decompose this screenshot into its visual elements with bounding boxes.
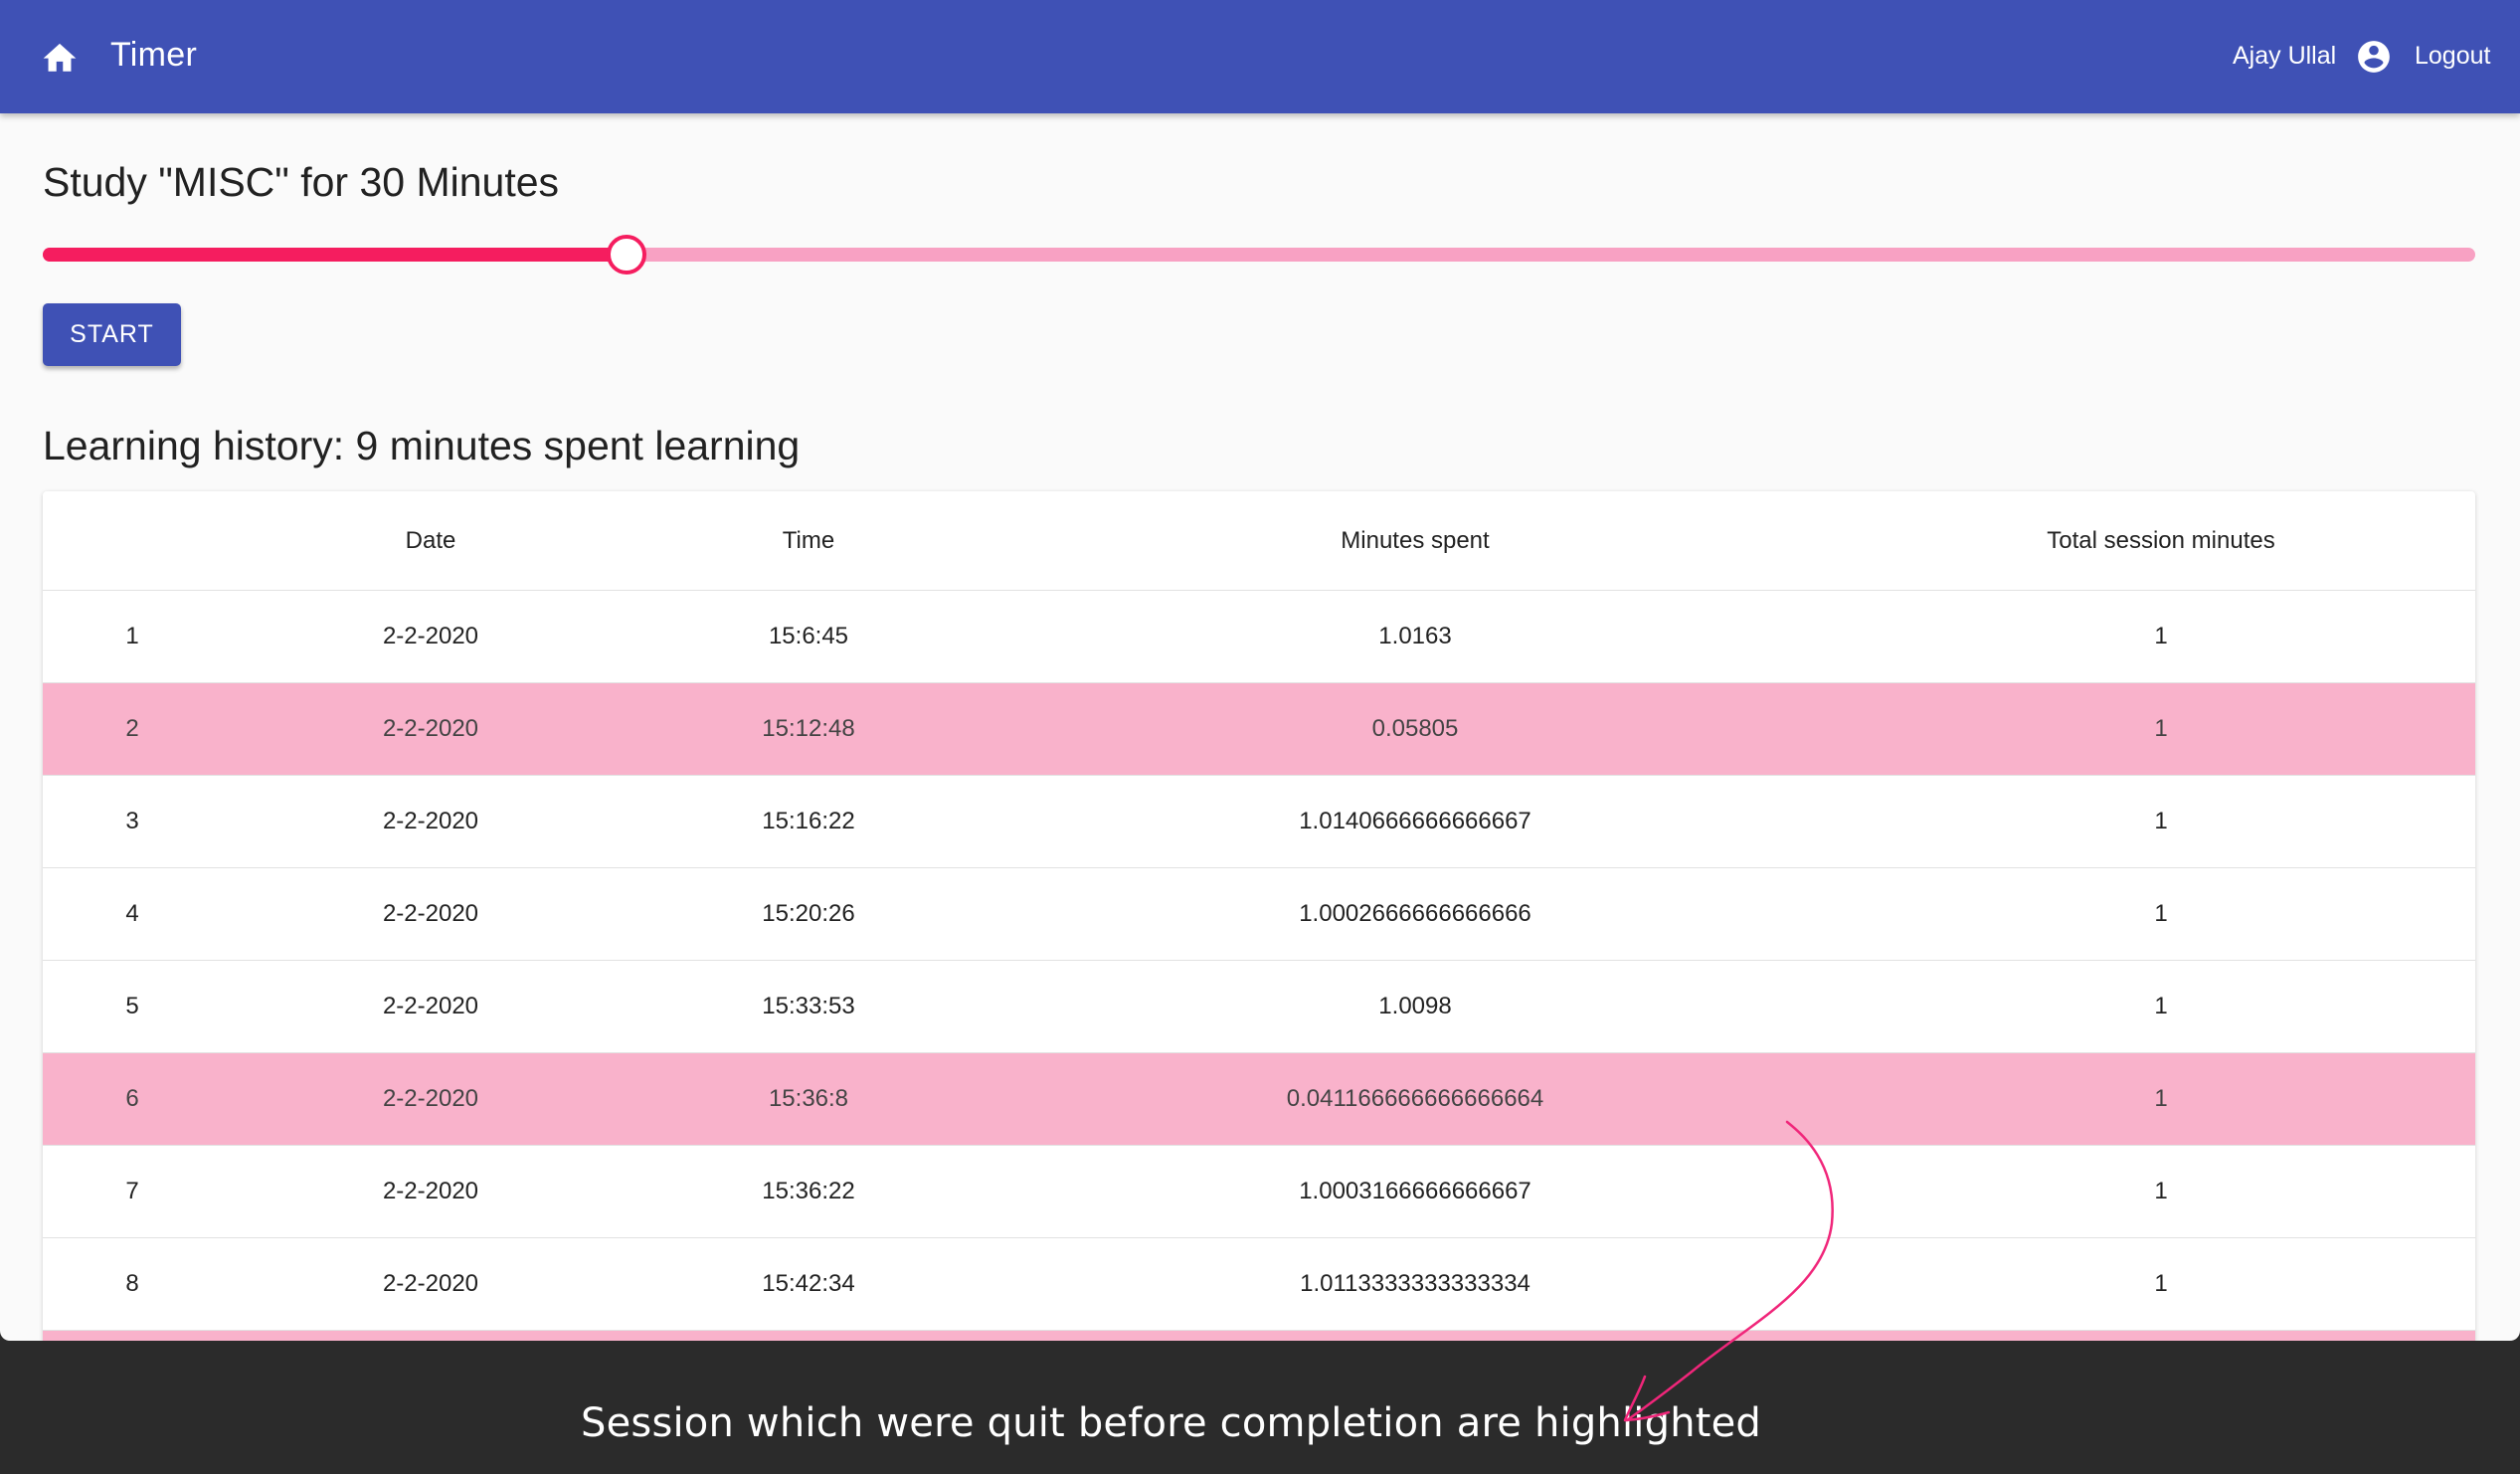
cell-minutes-spent: 1.0140666666666667 xyxy=(1299,808,1531,834)
column-header-date: Date xyxy=(405,526,456,554)
cell-minutes-spent: 0.041166666666666664 xyxy=(1286,1085,1544,1112)
cell-date: 2-2-2020 xyxy=(382,1178,479,1204)
history-heading: Learning history: 9 minutes spent learni… xyxy=(43,423,801,468)
cell-total-session-minutes: 1 xyxy=(2154,993,2168,1019)
cell-index: 7 xyxy=(125,1178,139,1204)
app-window: Timer Ajay Ullal Logout Study "MISC" for… xyxy=(0,0,2520,1341)
column-header-time: Time xyxy=(782,526,835,554)
cell-time: 15:42:34 xyxy=(762,1270,855,1297)
cell-time: 15:33:53 xyxy=(762,993,855,1019)
cell-index: 6 xyxy=(125,1085,139,1112)
history-table: Date Time Minutes spent Total session mi… xyxy=(43,491,2475,1341)
column-header-index xyxy=(97,491,167,590)
cell-time xyxy=(719,1331,898,1341)
app-title: Timer xyxy=(110,36,198,74)
account-circle-icon[interactable] xyxy=(2355,38,2393,76)
cell-time: 15:20:26 xyxy=(762,900,855,927)
cell-minutes-spent: 1.0163 xyxy=(1378,623,1452,649)
column-header-minutes-spent: Minutes spent xyxy=(1341,526,1490,554)
cell-total-session-minutes: 1 xyxy=(2154,623,2168,649)
cell-minutes-spent: 1.0003166666666667 xyxy=(1299,1178,1531,1204)
cell-total-session-minutes: 1 xyxy=(2154,808,2168,834)
start-button[interactable]: START xyxy=(43,303,181,366)
table-header-row: Date Time Minutes spent Total session mi… xyxy=(43,491,2475,591)
cell-total-session-minutes xyxy=(1912,1331,2410,1341)
home-button[interactable] xyxy=(34,33,86,81)
duration-slider-track[interactable] xyxy=(43,248,628,262)
table-row: 8 2-2-2020 15:42:34 1.0113333333333334 1 xyxy=(43,1238,2475,1331)
cell-date: 2-2-2020 xyxy=(382,1085,479,1112)
table-row: 2 2-2-2020 15:12:48 0.05805 1 xyxy=(43,683,2475,776)
app-bar: Timer Ajay Ullal Logout xyxy=(0,0,2520,113)
cell-minutes-spent: 0.05805 xyxy=(1371,715,1459,742)
cell-date: 2-2-2020 xyxy=(382,1270,479,1297)
cell-index: 4 xyxy=(125,900,139,927)
cell-total-session-minutes: 1 xyxy=(2154,1178,2168,1204)
cell-index: 2 xyxy=(125,715,139,742)
table-row: 1 2-2-2020 15:6:45 1.0163 1 xyxy=(43,591,2475,683)
table-row: 3 2-2-2020 15:16:22 1.0140666666666667 1 xyxy=(43,776,2475,868)
study-heading: Study "MISC" for 30 Minutes xyxy=(43,159,560,205)
cell-index: 3 xyxy=(125,808,139,834)
cell-time: 15:16:22 xyxy=(762,808,855,834)
cell-date: 2-2-2020 xyxy=(382,715,479,742)
cell-minutes-spent: 1.0113333333333334 xyxy=(1300,1270,1530,1297)
duration-slider-thumb[interactable] xyxy=(607,235,647,275)
cell-date: 2-2-2020 xyxy=(382,993,479,1019)
table-row: 4 2-2-2020 15:20:26 1.0002666666666666 1 xyxy=(43,868,2475,961)
column-header-total-session-minutes: Total session minutes xyxy=(2047,526,2275,554)
cell-minutes-spent xyxy=(1167,1331,1664,1341)
cell-time: 15:36:22 xyxy=(762,1178,855,1204)
cell-index: 8 xyxy=(125,1270,139,1297)
cell-total-session-minutes: 1 xyxy=(2154,1085,2168,1112)
cell-time: 15:36:8 xyxy=(768,1085,849,1112)
annotation-caption: Session which were quit before completio… xyxy=(581,1400,1762,1446)
cell-date: 2-2-2020 xyxy=(382,900,479,927)
user-name: Ajay Ullal xyxy=(2233,42,2337,70)
cell-time: 15:12:48 xyxy=(762,715,855,742)
table-row: 7 2-2-2020 15:36:22 1.0003166666666667 1 xyxy=(43,1146,2475,1238)
cell-date: 2-2-2020 xyxy=(382,623,479,649)
cell-minutes-spent: 1.0002666666666666 xyxy=(1299,900,1531,927)
home-icon xyxy=(43,43,77,72)
cell-index: 5 xyxy=(125,993,139,1019)
cell-date xyxy=(341,1331,520,1341)
logout-button[interactable]: Logout xyxy=(2415,42,2490,71)
cell-total-session-minutes: 1 xyxy=(2154,900,2168,927)
cell-date: 2-2-2020 xyxy=(382,808,479,834)
cell-total-session-minutes: 1 xyxy=(2154,1270,2168,1297)
table-row xyxy=(43,1331,2475,1341)
table-row: 5 2-2-2020 15:33:53 1.0098 1 xyxy=(43,961,2475,1053)
cell-minutes-spent: 1.0098 xyxy=(1378,993,1452,1019)
cell-time: 15:6:45 xyxy=(768,623,849,649)
cell-index: 1 xyxy=(125,623,139,649)
cell-index xyxy=(97,1331,167,1341)
cell-total-session-minutes: 1 xyxy=(2154,715,2168,742)
table-row: 6 2-2-2020 15:36:8 0.041166666666666664 1 xyxy=(43,1053,2475,1146)
